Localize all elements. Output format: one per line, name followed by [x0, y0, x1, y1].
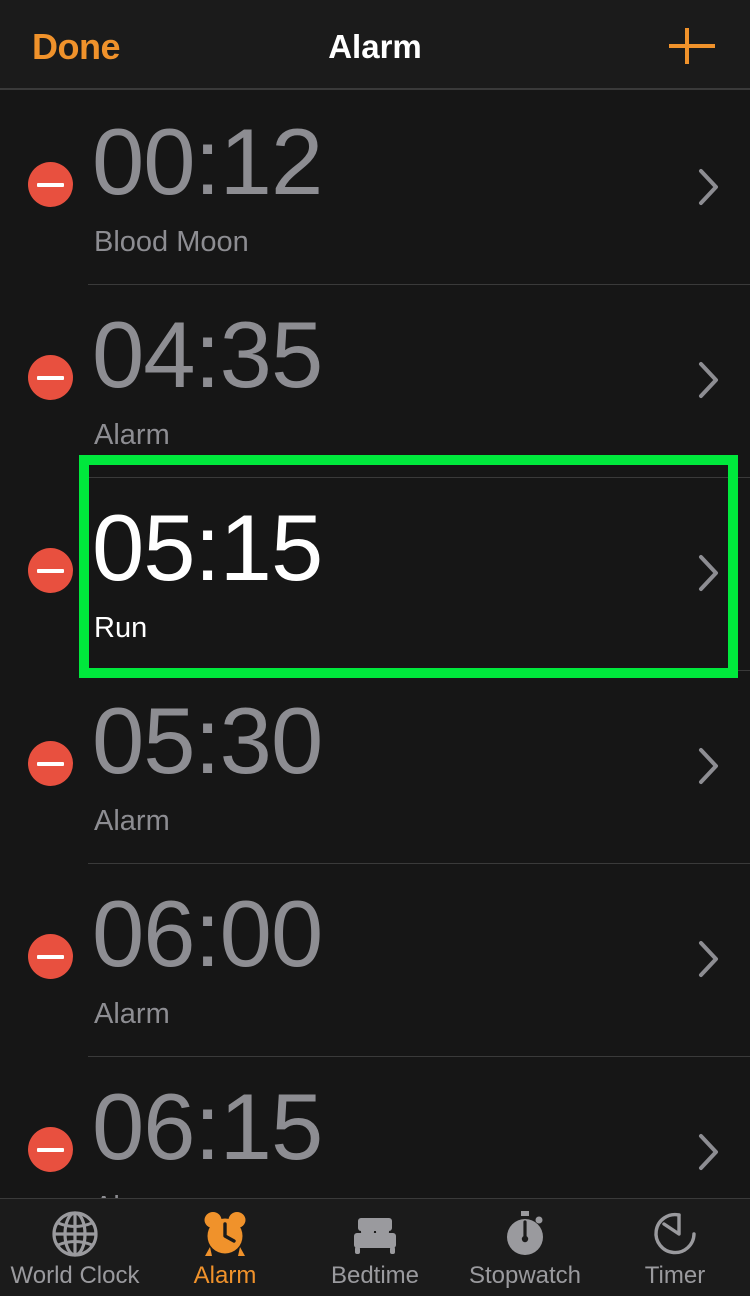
- tab-bar: World Clock Alarm Bedtime Stopwatch Timer: [0, 1198, 750, 1296]
- alarm-row[interactable]: 04:35 Alarm: [0, 285, 750, 478]
- tab-label: Alarm: [193, 1262, 257, 1289]
- bed-icon: [349, 1208, 401, 1260]
- alarm-time: 00:12: [92, 109, 323, 214]
- chevron-right-icon[interactable]: [698, 168, 720, 206]
- clock-app-screen: Done Alarm 00:12 Blood Moon 04:35 Alarm 05:1…: [0, 0, 750, 1296]
- alarm-time: 05:30: [92, 688, 323, 793]
- minus-circle-icon[interactable]: [28, 355, 73, 400]
- alarm-label: Alarm: [94, 998, 170, 1030]
- tab-item-stopwatch[interactable]: Stopwatch: [450, 1199, 600, 1296]
- chevron-right-icon[interactable]: [698, 554, 720, 592]
- chevron-right-icon[interactable]: [698, 1133, 720, 1171]
- alarm-time: 06:15: [92, 1074, 323, 1179]
- alarm-time: 04:35: [92, 302, 323, 407]
- chevron-right-icon[interactable]: [698, 361, 720, 399]
- alarm-label: Run: [94, 612, 148, 644]
- alarm-row-body[interactable]: 00:12 Blood Moon: [88, 92, 750, 285]
- alarm-list[interactable]: 00:12 Blood Moon 04:35 Alarm 05:15 Run 05:30 Al…: [0, 92, 750, 1198]
- alarm-label: Alarm: [94, 419, 170, 451]
- tab-item-alarm[interactable]: Alarm: [150, 1199, 300, 1296]
- page-title: Alarm: [328, 28, 422, 65]
- alarm-row[interactable]: 05:15 Run: [0, 478, 750, 671]
- tab-label: Stopwatch: [468, 1262, 582, 1289]
- stopwatch-icon: [499, 1208, 551, 1260]
- alarm-row-body[interactable]: 05:15 Run: [88, 478, 750, 671]
- alarm-row-body[interactable]: 06:00 Alarm: [88, 864, 750, 1057]
- minus-glyph: [37, 376, 64, 380]
- minus-circle-icon[interactable]: [28, 548, 73, 593]
- minus-circle-icon[interactable]: [28, 934, 73, 979]
- plus-icon-horizontal: [669, 44, 715, 48]
- chevron-right-icon[interactable]: [698, 747, 720, 785]
- alarm-row-body[interactable]: 04:35 Alarm: [88, 285, 750, 478]
- tab-item-timer[interactable]: Timer: [600, 1199, 750, 1296]
- minus-glyph: [37, 762, 64, 766]
- globe-icon: [49, 1208, 101, 1260]
- alarm-label: Alarm: [94, 1189, 170, 1198]
- navigation-bar: Done Alarm: [0, 0, 750, 90]
- timer-icon: [649, 1208, 701, 1260]
- chevron-right-icon[interactable]: [698, 940, 720, 978]
- minus-glyph: [37, 955, 64, 959]
- alarm-row[interactable]: 05:30 Alarm: [0, 671, 750, 864]
- tab-label: World Clock: [10, 1262, 140, 1289]
- minus-glyph: [37, 569, 64, 573]
- plus-icon-vertical: [685, 28, 689, 64]
- alarm-row[interactable]: 06:15 Alarm: [0, 1057, 750, 1198]
- alarm-label: Blood Moon: [94, 226, 249, 258]
- alarm-row[interactable]: 00:12 Blood Moon: [0, 92, 750, 285]
- tab-label: Bedtime: [330, 1262, 420, 1289]
- alarm-row-body[interactable]: 06:15 Alarm: [88, 1057, 750, 1198]
- tab-item-bedtime[interactable]: Bedtime: [300, 1199, 450, 1296]
- minus-circle-icon[interactable]: [28, 741, 73, 786]
- alarm-label: Alarm: [94, 805, 170, 837]
- add-alarm-button[interactable]: [664, 18, 720, 74]
- alarm-time: 05:15: [92, 495, 323, 600]
- minus-glyph: [37, 183, 64, 187]
- alarm-row-body[interactable]: 05:30 Alarm: [88, 671, 750, 864]
- minus-circle-icon[interactable]: [28, 1127, 73, 1172]
- minus-circle-icon[interactable]: [28, 162, 73, 207]
- tab-label: Timer: [644, 1262, 706, 1289]
- alarm-time: 06:00: [92, 881, 323, 986]
- minus-glyph: [37, 1148, 64, 1152]
- tab-item-world-clock[interactable]: World Clock: [0, 1199, 150, 1296]
- alarm-clock-icon: [199, 1208, 251, 1260]
- alarm-row[interactable]: 06:00 Alarm: [0, 864, 750, 1057]
